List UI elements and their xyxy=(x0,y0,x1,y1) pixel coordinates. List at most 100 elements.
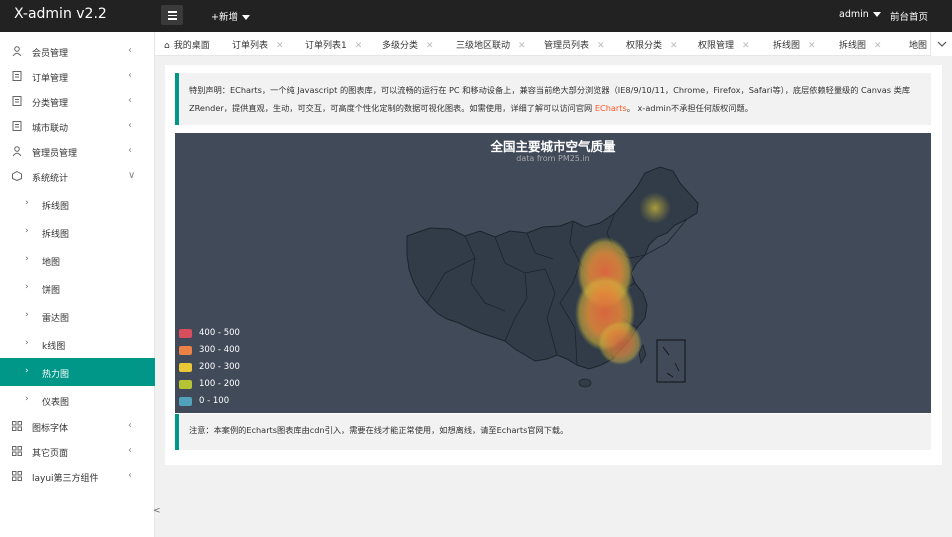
sidebar-item-4[interactable]: 城市联动 ‹ xyxy=(0,114,155,139)
sidebar-subitem-label: k线图 xyxy=(42,342,66,352)
sidebar-subitem-5[interactable]: › 雷达图 xyxy=(0,302,155,330)
sidebar-bottom-item-2[interactable]: 其它页面 ‹ xyxy=(0,439,155,464)
echarts-link[interactable]: ECharts xyxy=(595,103,627,113)
chevron-left-icon: ‹ xyxy=(128,120,132,131)
collapse-sidebar-icon[interactable]: < xyxy=(153,506,161,516)
map-region-hainan xyxy=(578,378,592,388)
close-tab-icon[interactable]: ✕ xyxy=(808,41,816,51)
menu-toggle-button[interactable] xyxy=(161,5,183,25)
close-tab-icon[interactable]: ✕ xyxy=(276,41,284,51)
close-tab-icon[interactable]: ✕ xyxy=(670,41,678,51)
legend-swatch xyxy=(179,346,192,355)
tab-label: 地图 xyxy=(909,41,928,51)
close-tab-icon[interactable]: ✕ xyxy=(597,41,605,51)
tab-10[interactable]: 拆线图 ✕ xyxy=(839,38,882,51)
tab-1[interactable]: ⌂ 我的桌面 xyxy=(164,38,210,51)
chevron-right-icon: › xyxy=(25,282,29,292)
sidebar-item-2[interactable]: 订单管理 ‹ xyxy=(0,64,155,89)
close-tab-icon[interactable]: ✕ xyxy=(355,41,363,51)
chevron-right-icon: › xyxy=(25,254,29,264)
front-page-link[interactable]: 前台首页 xyxy=(890,9,928,23)
chevron-down-icon xyxy=(872,12,881,17)
user-menu-label: admin xyxy=(839,9,869,20)
sidebar-subitem-3[interactable]: › 地图 xyxy=(0,246,155,274)
tab-9[interactable]: 拆线图 ✕ xyxy=(773,38,816,51)
legend-swatch xyxy=(179,380,192,389)
doc-icon xyxy=(12,121,22,131)
legend-label: 300 - 400 xyxy=(199,345,240,355)
sidebar-item-label: 订单管理 xyxy=(32,74,69,84)
close-tab-icon[interactable]: ✕ xyxy=(426,41,434,51)
sidebar-item-label: 其它页面 xyxy=(32,449,69,459)
tab-label: 订单列表 xyxy=(232,41,269,51)
sidebar-subitem-4[interactable]: › 饼图 xyxy=(0,274,155,302)
tab-label: 拆线图 xyxy=(773,41,801,51)
tab-bar: ⌂ 我的桌面 订单列表 ✕ 订单列表1 ✕ 多级分类 ✕ 三级地区联动 ✕ 管理员列表 ✕ 权限分类 ✕ 权… xyxy=(155,32,952,56)
tab-3[interactable]: 订单列表1 ✕ xyxy=(305,38,362,51)
tab-label: 多级分类 xyxy=(382,41,419,51)
heat-area-northeast xyxy=(639,192,671,224)
tab-4[interactable]: 多级分类 ✕ xyxy=(382,38,434,51)
sidebar-subitem-2[interactable]: › 拆线图 xyxy=(0,218,155,246)
chevron-left-icon: ‹ xyxy=(128,145,132,156)
chevron-left-icon: ‹ xyxy=(128,70,132,81)
tab-2[interactable]: 订单列表 ✕ xyxy=(232,38,284,51)
tab-label: 管理员列表 xyxy=(544,41,590,51)
close-tab-icon[interactable]: ✕ xyxy=(742,41,750,51)
sidebar-item-1[interactable]: 会员管理 ‹ xyxy=(0,39,155,64)
sidebar-item-label: 分类管理 xyxy=(32,99,69,109)
sidebar-item-label: 系统统计 xyxy=(32,174,69,184)
tab-6[interactable]: 管理员列表 ✕ xyxy=(544,38,605,51)
sidebar-bottom-item-3[interactable]: layui第三方组件 ‹ xyxy=(0,464,155,489)
sidebar-subitem-8[interactable]: › 仪表图 xyxy=(0,386,155,414)
user-icon xyxy=(12,146,22,157)
chevron-left-icon: ‹ xyxy=(128,445,132,456)
tab-more-button[interactable] xyxy=(930,32,952,56)
tab-label: 权限分类 xyxy=(626,41,663,51)
tab-label: 拆线图 xyxy=(839,41,867,51)
notice-text: 特别声明：ECharts，一个纯 Javascript 的图表库，可以流畅的运行… xyxy=(189,85,911,113)
chevron-left-icon: ‹ xyxy=(128,95,132,106)
sidebar-item-label: 管理员管理 xyxy=(32,149,78,159)
chevron-down-icon: ∨ xyxy=(128,170,136,181)
tab-11[interactable]: 地图 xyxy=(909,38,927,51)
stats-icon xyxy=(12,170,22,182)
close-tab-icon[interactable]: ✕ xyxy=(874,41,882,51)
sidebar-subitem-1[interactable]: › 拆线图 xyxy=(0,190,155,218)
top-bar: X-admin v2.2 +新增 admin 前台首页 xyxy=(0,0,952,32)
close-tab-icon[interactable]: ✕ xyxy=(518,41,526,51)
tab-label: 权限管理 xyxy=(698,41,735,51)
chevron-right-icon: › xyxy=(25,226,29,236)
chevron-right-icon: › xyxy=(25,310,29,320)
chevron-right-icon: › xyxy=(25,198,29,208)
footer-notice: 注意：本案例的Echarts图表库由cdn引入，需要在线才能正常使用，如想离线，… xyxy=(175,414,931,450)
tab-label: 订单列表1 xyxy=(305,41,347,51)
sidebar-subitem-7[interactable]: › 热力图 xyxy=(0,358,155,386)
sidebar-subitem-label: 饼图 xyxy=(42,286,61,296)
sidebar-subitem-label: 拆线图 xyxy=(42,202,70,212)
tab-7[interactable]: 权限分类 ✕ xyxy=(626,38,678,51)
user-menu-button[interactable]: admin xyxy=(839,9,881,20)
sidebar-item-3[interactable]: 分类管理 ‹ xyxy=(0,89,155,114)
chevron-right-icon: › xyxy=(25,366,29,376)
grid-icon xyxy=(12,421,22,431)
sidebar-bottom-item-1[interactable]: 图标字体 ‹ xyxy=(0,414,155,439)
notice-box: 特别声明：ECharts，一个纯 Javascript 的图表库，可以流畅的运行… xyxy=(175,73,931,125)
user-icon xyxy=(12,46,22,57)
tab-8[interactable]: 权限管理 ✕ xyxy=(698,38,750,51)
tab-5[interactable]: 三级地区联动 ✕ xyxy=(456,38,526,51)
sidebar-subitem-6[interactable]: › k线图 xyxy=(0,330,155,358)
legend-label: 0 - 100 xyxy=(199,396,230,406)
sidebar-subitem-label: 热力图 xyxy=(42,370,70,380)
legend-swatch xyxy=(179,397,192,406)
sidebar-item-6[interactable]: 系统统计 ∨ xyxy=(0,164,155,189)
add-menu-button[interactable]: +新增 xyxy=(211,9,250,23)
chevron-left-icon: ‹ xyxy=(128,420,132,431)
chevron-down-icon xyxy=(241,15,250,20)
app-logo: X-admin v2.2 xyxy=(14,6,107,22)
legend-label: 200 - 300 xyxy=(199,362,240,372)
sidebar-item-5[interactable]: 管理员管理 ‹ xyxy=(0,139,155,164)
home-icon: ⌂ xyxy=(164,41,170,51)
doc-icon xyxy=(12,71,22,81)
heatmap-chart: 全国主要城市空气质量 data from PM25.in 400 - 500 30… xyxy=(175,133,931,413)
